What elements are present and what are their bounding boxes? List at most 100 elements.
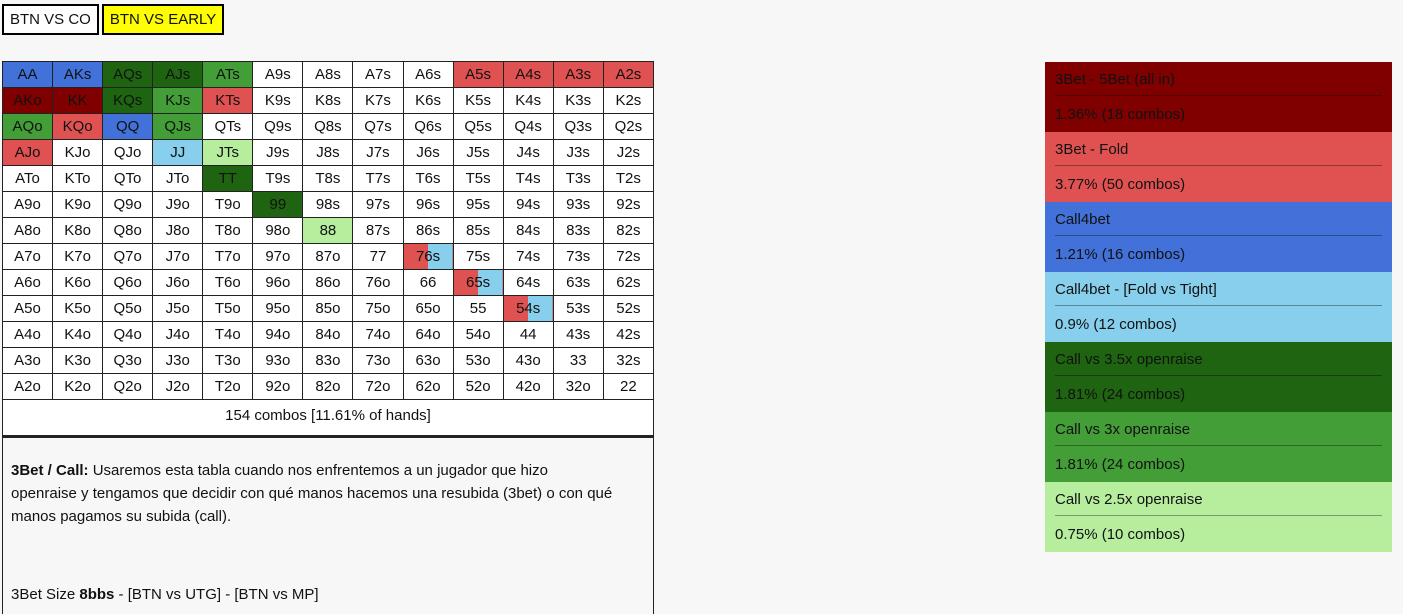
- hand-cell[interactable]: Q3o: [102, 347, 154, 374]
- hand-cell[interactable]: KJs: [152, 87, 204, 114]
- hand-cell[interactable]: 33: [552, 347, 604, 374]
- hand-cell[interactable]: KTs: [202, 87, 254, 114]
- hand-cell[interactable]: J2s: [602, 139, 655, 166]
- hand-cell[interactable]: 93o: [252, 347, 304, 374]
- hand-cell[interactable]: 97s: [352, 191, 404, 218]
- hand-cell[interactable]: 87o: [302, 243, 354, 270]
- hand-cell[interactable]: T3o: [202, 347, 254, 374]
- hand-cell[interactable]: 44: [502, 321, 554, 348]
- hand-cell[interactable]: 72s: [602, 243, 655, 270]
- hand-cell[interactable]: J3s: [552, 139, 604, 166]
- hand-cell[interactable]: K4s: [502, 87, 554, 114]
- hand-cell[interactable]: J2o: [152, 373, 204, 400]
- hand-cell[interactable]: Q7o: [102, 243, 154, 270]
- legend-item-call-3x[interactable]: Call vs 3x openraise 1.81% (24 combos): [1045, 412, 1392, 482]
- hand-cell[interactable]: 93s: [552, 191, 604, 218]
- hand-cell[interactable]: A2s: [602, 61, 655, 88]
- hand-cell[interactable]: AQs: [102, 61, 154, 88]
- hand-cell[interactable]: Q5s: [452, 113, 504, 140]
- hand-cell[interactable]: T7o: [202, 243, 254, 270]
- hand-cell[interactable]: AKo: [1, 87, 54, 114]
- hand-cell[interactable]: A6s: [402, 61, 454, 88]
- hand-cell[interactable]: J9o: [152, 191, 204, 218]
- hand-cell[interactable]: Q6s: [402, 113, 454, 140]
- hand-cell[interactable]: A8s: [302, 61, 354, 88]
- hand-cell[interactable]: 92s: [602, 191, 655, 218]
- hand-cell[interactable]: 43o: [502, 347, 554, 374]
- hand-cell[interactable]: 32s: [602, 347, 655, 374]
- hand-cell[interactable]: 96o: [252, 269, 304, 296]
- legend-item-call4bet-fold-tight[interactable]: Call4bet - [Fold vs Tight] 0.9% (12 combo…: [1045, 272, 1392, 342]
- hand-cell[interactable]: 98s: [302, 191, 354, 218]
- hand-cell[interactable]: 73s: [552, 243, 604, 270]
- hand-cell[interactable]: K5o: [52, 295, 104, 322]
- hand-cell[interactable]: 54o: [452, 321, 504, 348]
- hand-cell[interactable]: K4o: [52, 321, 104, 348]
- hand-cell[interactable]: Q6o: [102, 269, 154, 296]
- hand-cell[interactable]: T4o: [202, 321, 254, 348]
- hand-cell[interactable]: K2s: [602, 87, 655, 114]
- hand-cell[interactable]: A6o: [1, 269, 54, 296]
- hand-cell[interactable]: 85o: [302, 295, 354, 322]
- hand-cell[interactable]: K3s: [552, 87, 604, 114]
- hand-cell[interactable]: 52s: [602, 295, 655, 322]
- hand-cell[interactable]: A5s: [452, 61, 504, 88]
- hand-cell[interactable]: T8s: [302, 165, 354, 192]
- hand-cell[interactable]: Q3s: [552, 113, 604, 140]
- hand-cell[interactable]: KQs: [102, 87, 154, 114]
- hand-cell[interactable]: 65o: [402, 295, 454, 322]
- hand-cell[interactable]: K8o: [52, 217, 104, 244]
- hand-cell[interactable]: JJ: [152, 139, 204, 166]
- hand-cell[interactable]: QTo: [102, 165, 154, 192]
- hand-cell[interactable]: JTs: [202, 139, 254, 166]
- hand-cell[interactable]: 65s: [452, 269, 504, 296]
- hand-cell[interactable]: 62s: [602, 269, 655, 296]
- hand-cell[interactable]: T4s: [502, 165, 554, 192]
- hand-cell[interactable]: T9s: [252, 165, 304, 192]
- hand-cell[interactable]: 42s: [602, 321, 655, 348]
- hand-cell[interactable]: T2o: [202, 373, 254, 400]
- hand-cell[interactable]: 64s: [502, 269, 554, 296]
- hand-cell[interactable]: KQo: [52, 113, 104, 140]
- hand-cell[interactable]: 52o: [452, 373, 504, 400]
- hand-cell[interactable]: T2s: [602, 165, 655, 192]
- hand-cell[interactable]: 86o: [302, 269, 354, 296]
- hand-cell[interactable]: K8s: [302, 87, 354, 114]
- hand-cell[interactable]: 74s: [502, 243, 554, 270]
- hand-cell[interactable]: KTo: [52, 165, 104, 192]
- hand-cell[interactable]: 64o: [402, 321, 454, 348]
- hand-cell[interactable]: K7o: [52, 243, 104, 270]
- hand-cell[interactable]: Q7s: [352, 113, 404, 140]
- hand-cell[interactable]: T6s: [402, 165, 454, 192]
- hand-cell[interactable]: AA: [1, 61, 54, 88]
- hand-cell[interactable]: A9s: [252, 61, 304, 88]
- hand-cell[interactable]: 66: [402, 269, 454, 296]
- hand-cell[interactable]: J7o: [152, 243, 204, 270]
- hand-cell[interactable]: A8o: [1, 217, 54, 244]
- hand-cell[interactable]: 92o: [252, 373, 304, 400]
- hand-cell[interactable]: T8o: [202, 217, 254, 244]
- hand-cell[interactable]: J3o: [152, 347, 204, 374]
- hand-cell[interactable]: QJs: [152, 113, 204, 140]
- hand-cell[interactable]: 22: [602, 373, 655, 400]
- hand-cell[interactable]: QJo: [102, 139, 154, 166]
- hand-cell[interactable]: ATo: [1, 165, 54, 192]
- hand-cell[interactable]: KK: [52, 87, 104, 114]
- hand-cell[interactable]: J6s: [402, 139, 454, 166]
- legend-item-call-35x[interactable]: Call vs 3.5x openraise 1.81% (24 combos): [1045, 342, 1392, 412]
- hand-cell[interactable]: K2o: [52, 373, 104, 400]
- hand-cell[interactable]: J9s: [252, 139, 304, 166]
- hand-cell[interactable]: 95s: [452, 191, 504, 218]
- hand-cell[interactable]: Q9o: [102, 191, 154, 218]
- legend-item-call-25x[interactable]: Call vs 2.5x openraise 0.75% (10 combos): [1045, 482, 1392, 552]
- hand-cell[interactable]: 42o: [502, 373, 554, 400]
- hand-cell[interactable]: Q2s: [602, 113, 655, 140]
- hand-cell[interactable]: J8o: [152, 217, 204, 244]
- hand-cell[interactable]: 82o: [302, 373, 354, 400]
- legend-item-bet3-fold[interactable]: 3Bet - Fold 3.77% (50 combos): [1045, 132, 1392, 202]
- hand-cell[interactable]: 53o: [452, 347, 504, 374]
- hand-cell[interactable]: 55: [452, 295, 504, 322]
- hand-cell[interactable]: Q2o: [102, 373, 154, 400]
- hand-cell[interactable]: Q8o: [102, 217, 154, 244]
- hand-cell[interactable]: A4s: [502, 61, 554, 88]
